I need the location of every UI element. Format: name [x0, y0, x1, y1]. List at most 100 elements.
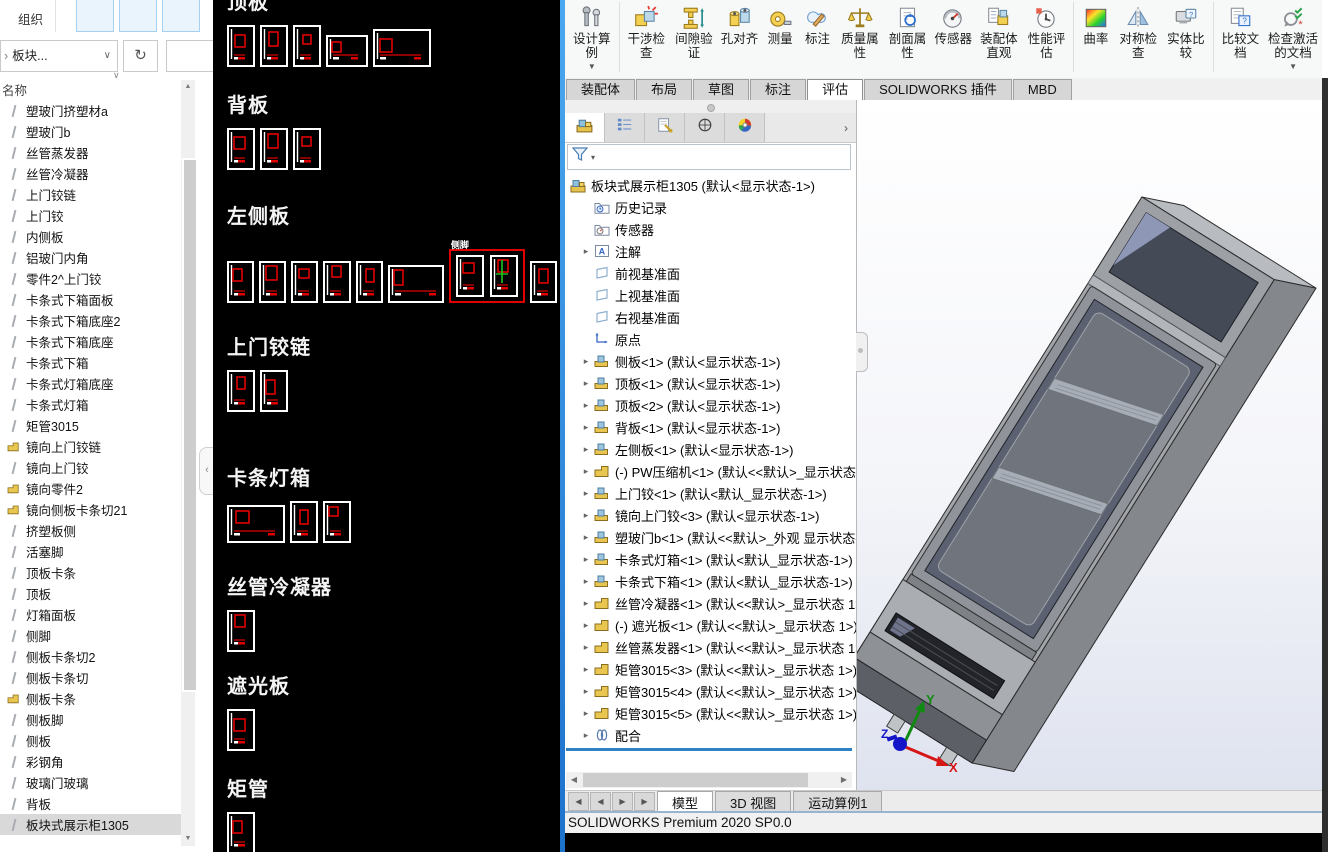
list-item-8[interactable]: 铝玻门内角: [0, 247, 181, 268]
list-item-14[interactable]: 卡条式灯箱底座: [0, 373, 181, 394]
fm-tab-2[interactable]: [605, 113, 645, 142]
curvature-button[interactable]: 曲率: [1078, 0, 1113, 46]
tree-horizontal-scrollbar[interactable]: ◀ ▶: [566, 772, 852, 788]
check-active-document-button[interactable]: * 检查激活的文档 ▼: [1265, 0, 1321, 71]
list-item-11[interactable]: 卡条式下箱底座2: [0, 310, 181, 331]
tab-装配体[interactable]: 装配体: [566, 79, 636, 100]
selected-block-group[interactable]: 侧脚: [448, 240, 525, 303]
expand-arrow-icon[interactable]: ▸: [579, 400, 593, 411]
expand-arrow-icon[interactable]: ▸: [579, 466, 593, 477]
view-tab-1[interactable]: 模型: [657, 791, 714, 812]
block-thumbnail[interactable]: [529, 261, 558, 303]
tab-MBD[interactable]: MBD: [1012, 79, 1072, 100]
tree-item-18[interactable]: ▸ 卡条式下箱<1> (默认<默认_显示状态-1>): [565, 570, 856, 592]
expand-arrow-icon[interactable]: ▸: [579, 708, 593, 719]
list-item-34[interactable]: 背板: [0, 793, 181, 814]
block-thumbnail[interactable]: [373, 29, 431, 67]
tree-item-2[interactable]: 传感器: [565, 218, 856, 240]
tree-item-1[interactable]: 历史记录: [565, 196, 856, 218]
expand-arrow-icon[interactable]: ▸: [579, 444, 593, 455]
tree-item-21[interactable]: ▸ 丝管蒸发器<1> (默认<<默认>_显示状态 1>): [565, 636, 856, 658]
list-item-6[interactable]: 上门铰: [0, 205, 181, 226]
nav-first-button[interactable]: ◀: [568, 792, 589, 811]
measure-button[interactable]: 测量: [762, 0, 797, 46]
list-item-30[interactable]: 侧板脚: [0, 709, 181, 730]
tree-item-3[interactable]: ▸ A 注解: [565, 240, 856, 262]
tree-item-22[interactable]: ▸ 矩管3015<3> (默认<<默认>_显示状态 1>): [565, 658, 856, 680]
expand-arrow-icon[interactable]: ▸: [579, 598, 593, 609]
hole-alignment-button[interactable]: 孔对齐: [719, 0, 761, 46]
list-item-4[interactable]: 丝管冷凝器: [0, 163, 181, 184]
clearance-verify-button[interactable]: 间隙验证: [671, 0, 717, 60]
tree-item-9[interactable]: ▸ 顶板<1> (默认<显示状态-1>): [565, 372, 856, 394]
nav-next-button[interactable]: ▶: [612, 792, 633, 811]
nav-prev-button[interactable]: ◀: [590, 792, 611, 811]
expand-arrow-icon[interactable]: ▸: [579, 488, 593, 499]
list-item-2[interactable]: 塑玻门b: [0, 121, 181, 142]
tree-item-19[interactable]: ▸ 丝管冷凝器<1> (默认<<默认>_显示状态 1>): [565, 592, 856, 614]
tree-item-17[interactable]: ▸ 卡条式灯箱<1> (默认<默认_显示状态-1>): [565, 548, 856, 570]
tree-item-12[interactable]: ▸ 左侧板<1> (默认<显示状态-1>): [565, 438, 856, 460]
toolbar-button-3[interactable]: [162, 0, 200, 32]
block-thumbnail[interactable]: [227, 505, 285, 543]
expand-arrow-icon[interactable]: ▸: [579, 246, 593, 257]
list-item-28[interactable]: 侧板卡条切: [0, 667, 181, 688]
tab-评估[interactable]: 评估: [807, 79, 864, 100]
fm-tab-3[interactable]: [645, 113, 685, 142]
expand-arrow-icon[interactable]: ▸: [579, 532, 593, 543]
expand-arrow-icon[interactable]: ▸: [579, 620, 593, 631]
viewport-splitter-handle[interactable]: [856, 332, 868, 372]
list-item-23[interactable]: 顶板卡条: [0, 562, 181, 583]
block-category-dropdown[interactable]: › 板块... ∨: [0, 40, 118, 72]
section-properties-button[interactable]: 剖面属性: [885, 0, 931, 60]
list-item-29[interactable]: 侧板卡条: [0, 688, 181, 709]
tab-草图[interactable]: 草图: [693, 79, 750, 100]
tree-item-11[interactable]: ▸ 背板<1> (默认<显示状态-1>): [565, 416, 856, 438]
list-item-17[interactable]: 镜向上门铰链: [0, 436, 181, 457]
graphics-viewport[interactable]: Y X Z: [857, 100, 1322, 790]
scroll-up-icon[interactable]: ▲: [181, 80, 195, 94]
list-item-26[interactable]: 侧脚: [0, 625, 181, 646]
list-item-22[interactable]: 活塞脚: [0, 541, 181, 562]
design-study-button[interactable]: 设计算例 ▼: [569, 0, 615, 71]
tree-item-10[interactable]: ▸ 顶板<2> (默认<显示状态-1>): [565, 394, 856, 416]
panel-splitter-horizontal[interactable]: [565, 100, 856, 114]
tree-item-25[interactable]: ▸ 配合: [565, 724, 856, 746]
list-item-1[interactable]: 塑玻门挤塑材a: [0, 100, 181, 121]
block-thumbnail[interactable]: [227, 709, 255, 751]
toolbar-button-1[interactable]: [76, 0, 114, 32]
tree-filter-box[interactable]: ▾: [567, 144, 851, 170]
scrollbar-thumb[interactable]: [182, 158, 198, 692]
compare-documents-button[interactable]: ? 比较文档: [1218, 0, 1264, 60]
tree-item-20[interactable]: ▸ (-) 遮光板<1> (默认<<默认>_显示状态 1>): [565, 614, 856, 636]
expand-arrow-icon[interactable]: ▸: [579, 664, 593, 675]
tree-root-item[interactable]: 板块式展示柜1305 (默认<显示状态-1>): [565, 174, 856, 196]
mass-properties-button[interactable]: 质量属性: [837, 0, 883, 60]
block-thumbnail[interactable]: [260, 370, 288, 412]
list-item-12[interactable]: 卡条式下箱底座: [0, 331, 181, 352]
tree-item-6[interactable]: 右视基准面: [565, 306, 856, 328]
organize-button[interactable]: 组织: [18, 9, 43, 28]
block-thumbnail[interactable]: [227, 261, 255, 303]
list-item-5[interactable]: 上门铰链: [0, 184, 181, 205]
block-thumbnail[interactable]: [326, 35, 368, 67]
block-thumbnail[interactable]: [259, 261, 287, 303]
panel-collapse-handle[interactable]: ‹: [199, 447, 214, 495]
expand-arrow-icon[interactable]: ▸: [579, 642, 593, 653]
fm-tab-5[interactable]: [725, 113, 765, 142]
view-tab-2[interactable]: 3D 视图: [715, 791, 792, 812]
list-item-20[interactable]: 镜向侧板卡条切21: [0, 499, 181, 520]
tab-布局[interactable]: 布局: [636, 79, 693, 100]
expand-arrow-icon[interactable]: ▸: [579, 686, 593, 697]
nav-last-button[interactable]: ▶: [634, 792, 655, 811]
markup-button[interactable]: 标注: [800, 0, 835, 46]
block-thumbnail[interactable]: [260, 25, 288, 67]
list-item-25[interactable]: 灯箱面板: [0, 604, 181, 625]
list-item-31[interactable]: 侧板: [0, 730, 181, 751]
refresh-button[interactable]: ↻: [123, 40, 158, 72]
list-item-19[interactable]: 镜向零件2: [0, 478, 181, 499]
list-item-24[interactable]: 顶板: [0, 583, 181, 604]
block-thumbnail[interactable]: [291, 261, 319, 303]
interference-check-button[interactable]: 干涉检查: [624, 0, 670, 60]
expand-arrow-icon[interactable]: ▸: [579, 356, 593, 367]
